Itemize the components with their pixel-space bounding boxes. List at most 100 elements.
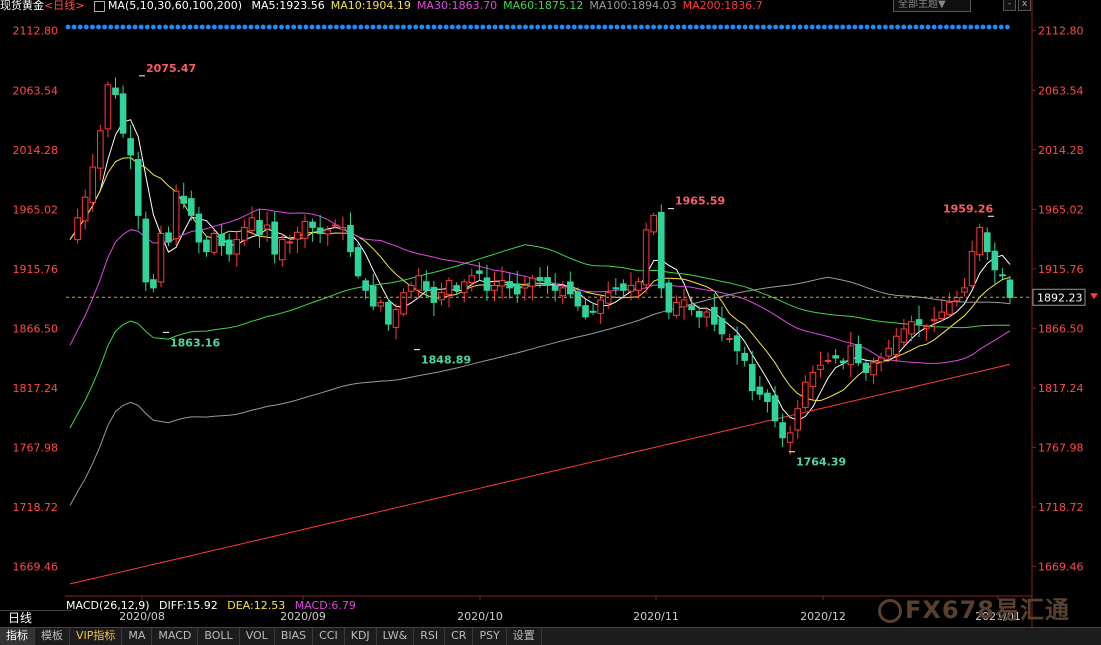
top-dot — [157, 24, 162, 30]
close-button[interactable]: x — [1018, 0, 1031, 11]
candle-body — [248, 217, 256, 232]
top-dot — [236, 24, 242, 30]
indicator-tabs: 指标 模板 VIP指标 MA MACD BOLL VOL BIAS CCI KDJ LW& RSI CR… — [0, 627, 1101, 645]
tab-9[interactable]: KDJ — [345, 628, 377, 645]
tab-3[interactable]: MA — [122, 628, 153, 645]
y-tick-label-right: 2063.54 — [1038, 84, 1084, 97]
ma-value-0: MA5:1923.56 — [251, 0, 325, 12]
top-dot — [571, 24, 577, 30]
candle-body — [877, 357, 885, 363]
tab-0[interactable]: 指标 — [0, 628, 35, 645]
tab-6[interactable]: VOL — [240, 628, 275, 645]
candle-body — [445, 280, 453, 295]
tab-1[interactable]: 模板 — [35, 628, 70, 645]
symbol-name: 现货黄金 — [0, 0, 44, 12]
candle-body — [195, 213, 203, 243]
candle-body — [536, 277, 544, 282]
y-tick-label-left: 2014.28 — [13, 144, 59, 157]
tab-13[interactable]: PSY — [473, 628, 507, 645]
candle-body — [97, 130, 104, 169]
top-dot — [96, 24, 101, 30]
candle-body — [498, 280, 506, 287]
candle-body — [453, 285, 460, 291]
tab-12[interactable]: CR — [445, 628, 474, 645]
top-dot — [193, 24, 199, 30]
candle-body — [165, 232, 172, 243]
candle-body — [855, 343, 862, 364]
top-dot — [681, 24, 687, 30]
top-dot — [614, 24, 620, 30]
tab-2[interactable]: VIP指标 — [70, 628, 123, 645]
top-dot — [730, 24, 736, 30]
top-dot — [724, 24, 730, 30]
tab-14[interactable]: 设置 — [507, 628, 542, 645]
candle-body — [263, 224, 271, 230]
ma-toggle-icon[interactable] — [93, 0, 105, 12]
top-dot — [352, 24, 358, 30]
top-dot — [419, 24, 425, 30]
tab-10[interactable]: LW& — [377, 628, 415, 645]
ma-value-2: MA30:1863.70 — [416, 0, 498, 12]
top-dot — [675, 24, 681, 30]
current-price-label: 1892.23 — [1037, 291, 1083, 304]
candle-body — [976, 226, 983, 256]
top-dot — [151, 24, 156, 30]
top-dot — [944, 24, 949, 30]
top-dot — [205, 24, 211, 30]
top-dot — [834, 24, 839, 30]
top-dot — [175, 24, 181, 30]
candle-body — [756, 386, 764, 395]
tab-7[interactable]: BIAS — [275, 628, 314, 645]
candle-body — [172, 190, 180, 240]
ma-value-3: MA60:1875.12 — [503, 0, 584, 12]
top-dot — [266, 24, 272, 30]
ma-value-list: MA5:1923.56 MA10:1904.19 MA30:1863.70 MA60:… — [252, 0, 769, 12]
y-tick-label-right: 1817.24 — [1038, 382, 1084, 395]
tab-8[interactable]: CCI — [313, 628, 345, 645]
minimize-button[interactable]: - — [1003, 0, 1016, 11]
candle-body — [506, 281, 513, 289]
candle-body — [695, 310, 703, 318]
candle-body — [688, 305, 695, 311]
candle-body — [961, 287, 968, 293]
top-dot — [83, 24, 89, 30]
top-dot — [700, 24, 705, 30]
top-dot — [651, 24, 656, 30]
tab-5[interactable]: BOLL — [198, 628, 240, 645]
candle-body — [324, 229, 332, 235]
top-dot — [340, 24, 345, 30]
y-tick-label-right: 1669.46 — [1038, 560, 1084, 573]
top-dot — [931, 24, 937, 30]
candle-body — [627, 284, 635, 292]
candle-body — [771, 395, 779, 422]
top-dot — [90, 24, 95, 30]
annotation-label: 1965.59 — [675, 195, 725, 208]
candle-body — [718, 318, 726, 335]
tab-11[interactable]: RSI — [414, 628, 446, 645]
candle-body — [256, 220, 263, 236]
top-dot — [639, 24, 644, 30]
x-tick-label: 2020/12 — [800, 610, 846, 623]
top-dot — [761, 24, 766, 30]
tab-4[interactable]: MACD — [152, 628, 199, 645]
top-dot — [492, 24, 498, 30]
top-dot — [925, 24, 931, 30]
watermark-text: FX678易汇通 — [905, 596, 1070, 624]
price-chart[interactable]: 2075.47 1863.16 1848.89 1965.59 1764.39 1959.… — [0, 0, 1101, 627]
top-dot — [645, 24, 650, 30]
theme-dropdown[interactable]: 全部主题▼ — [893, 0, 971, 12]
period-selector[interactable]: <日线> — [44, 0, 84, 12]
top-dot — [456, 24, 461, 30]
top-dot — [815, 24, 821, 30]
top-dot — [138, 24, 144, 30]
top-dot — [828, 24, 833, 30]
top-dot — [297, 24, 303, 30]
top-dot — [858, 24, 864, 30]
candle-body — [968, 251, 976, 287]
top-dot — [529, 24, 534, 30]
y-tick-label-left: 1767.98 — [13, 441, 59, 454]
top-dot — [791, 24, 797, 30]
top-dot — [248, 24, 254, 30]
top-dot — [773, 24, 778, 30]
candle-body — [430, 286, 438, 303]
